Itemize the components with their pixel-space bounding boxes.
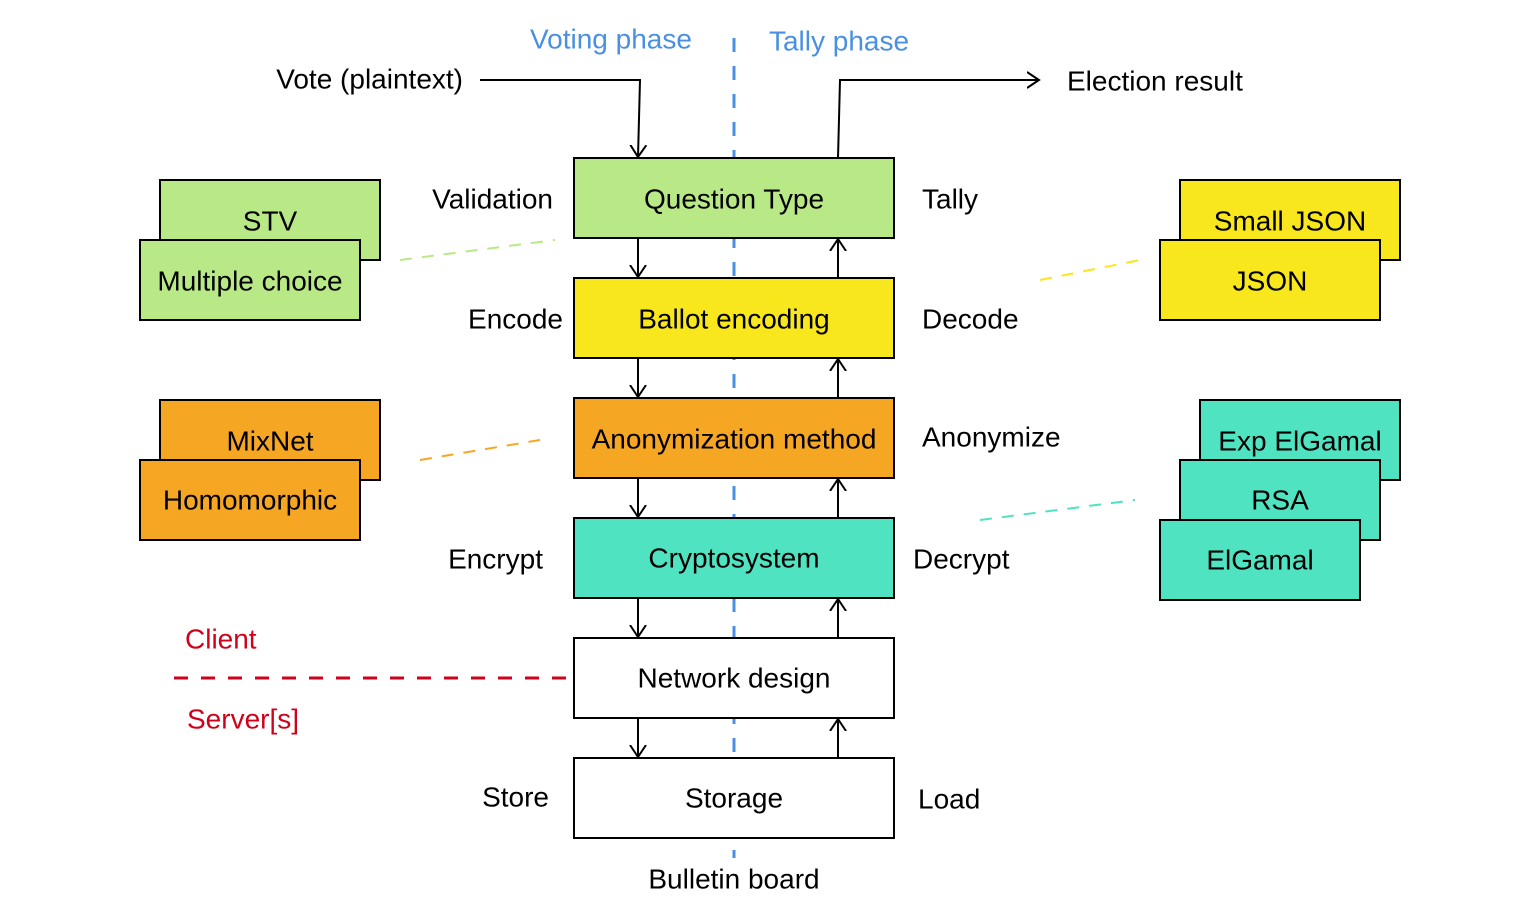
svg-text:JSON: JSON bbox=[1233, 266, 1308, 297]
anonymization-connector bbox=[419, 439, 541, 461]
encoding-connector bbox=[1039, 259, 1141, 281]
encrypt-label: Encrypt bbox=[448, 544, 543, 575]
election-result-arrow bbox=[837, 80, 1039, 159]
svg-text:STV: STV bbox=[243, 206, 298, 237]
layer-network-design: Network design bbox=[573, 637, 895, 719]
bulletin-board-label: Bulletin board bbox=[648, 864, 819, 895]
decode-label: Decode bbox=[922, 304, 1019, 335]
cryptosystem-connector bbox=[979, 499, 1136, 521]
anonymize-label: Anonymize bbox=[922, 422, 1061, 453]
vote-input-arrow bbox=[480, 79, 640, 157]
svg-text:Multiple choice: Multiple choice bbox=[157, 266, 342, 297]
encoding-options: Small JSON JSON bbox=[1159, 179, 1401, 321]
svg-text:Storage: Storage bbox=[685, 783, 783, 814]
tally-label: Tally bbox=[922, 184, 978, 215]
layer-ballot-encoding: Ballot encoding bbox=[573, 277, 895, 359]
validation-label: Validation bbox=[432, 184, 553, 215]
svg-text:ElGamal: ElGamal bbox=[1206, 545, 1313, 576]
load-label: Load bbox=[918, 784, 980, 815]
tally-phase-label: Tally phase bbox=[769, 26, 909, 57]
svg-text:Homomorphic: Homomorphic bbox=[163, 485, 337, 516]
server-label: Server[s] bbox=[187, 704, 299, 735]
svg-text:RSA: RSA bbox=[1251, 485, 1309, 516]
svg-text:Exp ElGamal: Exp ElGamal bbox=[1218, 426, 1381, 457]
svg-text:Network design: Network design bbox=[638, 663, 831, 694]
decrypt-label: Decrypt bbox=[913, 544, 1010, 575]
question-type-options: STV Multiple choice bbox=[139, 179, 381, 321]
layer-anonymization-method: Anonymization method bbox=[573, 397, 895, 479]
svg-text:Anonymization method: Anonymization method bbox=[592, 424, 877, 455]
svg-text:MixNet: MixNet bbox=[226, 426, 313, 457]
cryptosystem-options: Exp ElGamal RSA ElGamal bbox=[1159, 399, 1401, 601]
svg-text:Cryptosystem: Cryptosystem bbox=[648, 543, 819, 574]
store-label: Store bbox=[482, 782, 549, 813]
voting-phase-label: Voting phase bbox=[530, 24, 692, 55]
layer-question-type: Question Type bbox=[573, 157, 895, 239]
question-type-connector bbox=[399, 239, 556, 261]
election-result-label: Election result bbox=[1067, 66, 1243, 97]
client-label: Client bbox=[185, 624, 257, 655]
encode-label: Encode bbox=[468, 304, 563, 335]
svg-text:Question Type: Question Type bbox=[644, 184, 824, 215]
layer-storage: Storage bbox=[573, 757, 895, 839]
anonymization-options: MixNet Homomorphic bbox=[139, 399, 381, 541]
layer-cryptosystem: Cryptosystem bbox=[573, 517, 895, 599]
voting-architecture-diagram: Voting phase Tally phase Vote (plaintext… bbox=[139, 24, 1401, 895]
vote-input-label: Vote (plaintext) bbox=[276, 64, 463, 95]
svg-text:Small JSON: Small JSON bbox=[1214, 206, 1366, 237]
svg-text:Ballot encoding: Ballot encoding bbox=[638, 304, 829, 335]
